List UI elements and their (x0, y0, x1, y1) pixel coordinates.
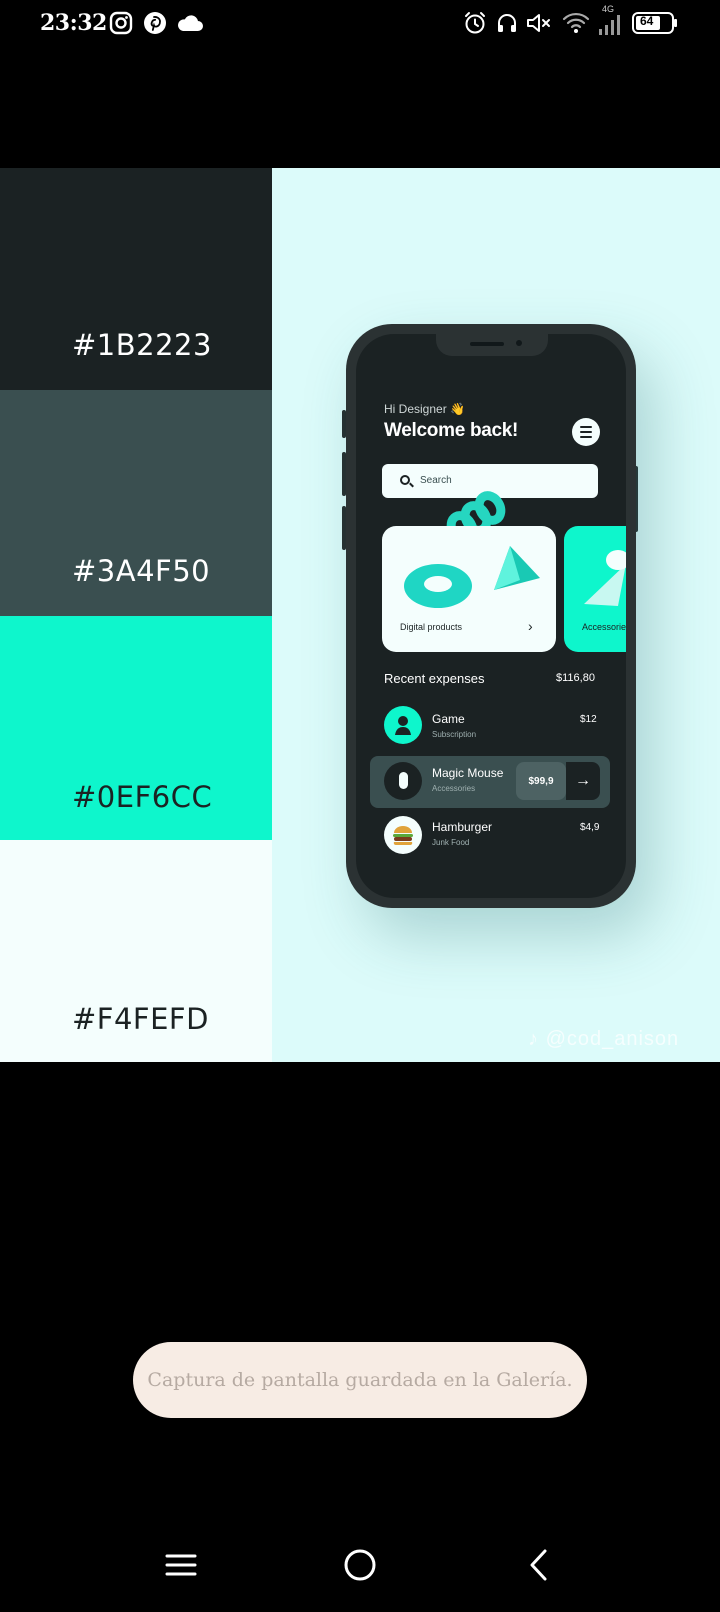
torus-and-pyramid-icon (404, 546, 540, 608)
headphones-icon (494, 10, 520, 36)
watermark-text: @cod_anison (545, 1028, 680, 1050)
category-card-accessories[interactable]: Accessories (564, 526, 626, 652)
swatch-label: #3A4F50 (72, 554, 211, 588)
hamburger-food-icon (384, 816, 422, 854)
greeting-text: Hi Designer 👋 (384, 402, 465, 416)
instagram-icon (108, 10, 134, 36)
network-type: 4G (602, 4, 615, 14)
cone-icon (584, 550, 626, 606)
palette: #1B2223 #3A4F50 #0EF6CC #F4FEFD (0, 168, 272, 1062)
status-bar: 23:32 4G 64 (0, 0, 720, 46)
expense-subtitle: Junk Food (432, 838, 470, 847)
tiktok-watermark: ♪ @cod_anison (528, 1028, 679, 1051)
pinterest-icon (142, 10, 168, 36)
category-card-digital-products[interactable]: Digital products › (382, 526, 556, 652)
category-label: Digital products (400, 622, 463, 632)
expense-name: Hamburger (432, 820, 493, 834)
expense-amount: $99,9 (516, 762, 566, 800)
arrow-right-icon[interactable]: → (566, 762, 600, 800)
swatch-label: #0EF6CC (72, 780, 213, 814)
tiktok-icon: ♪ (528, 1028, 546, 1050)
navigation-bar (0, 1530, 720, 1600)
signal-icon: 4G (596, 4, 624, 36)
status-time: 23:32 (40, 10, 107, 36)
category-label: Accessories (582, 622, 626, 632)
alarm-icon (462, 10, 488, 36)
battery-icon: 64 (632, 10, 678, 36)
swatch-3: #0EF6CC (0, 616, 272, 840)
expense-name: Magic Mouse (432, 766, 504, 780)
expense-subtitle: Subscription (432, 730, 477, 739)
welcome-title: Welcome back! (384, 420, 519, 441)
toast-notification: Captura de pantalla guardada en la Galer… (133, 1342, 587, 1418)
battery-level: 64 (640, 14, 654, 28)
home-icon[interactable] (335, 1540, 385, 1590)
search-icon (400, 475, 410, 485)
phone-mockup: Hi Designer 👋 Welcome back! Search Digit… (346, 324, 636, 908)
swatch-2: #3A4F50 (0, 390, 272, 616)
swatch-label: #1B2223 (72, 328, 212, 362)
menu-button[interactable] (572, 418, 600, 446)
mouse-avatar-icon (384, 762, 422, 800)
wifi-icon (562, 10, 590, 36)
muted-speaker-icon (524, 10, 554, 36)
swatch-1: #1B2223 (0, 168, 272, 390)
back-icon[interactable] (514, 1540, 564, 1590)
toast-message: Captura de pantalla guardada en la Galer… (147, 1369, 573, 1391)
chevron-right-icon: › (528, 618, 533, 634)
expense-amount: $12 (580, 714, 597, 725)
phone-screen: Hi Designer 👋 Welcome back! Search Digit… (356, 334, 626, 898)
cloud-icon (176, 10, 204, 36)
menu-icon[interactable] (156, 1540, 206, 1590)
hamburger-icon (580, 426, 592, 428)
phone-notch (436, 334, 548, 356)
swatch-4: #F4FEFD (0, 840, 272, 1062)
recent-expenses-total: $116,80 (556, 672, 595, 684)
expense-subtitle: Accessories (432, 784, 476, 793)
recent-expenses-title: Recent expenses (384, 671, 485, 686)
swatch-label: #F4FEFD (72, 1002, 209, 1036)
expense-amount: $4,9 (580, 822, 600, 833)
expense-name: Game (432, 712, 465, 726)
game-avatar-icon (384, 706, 422, 744)
